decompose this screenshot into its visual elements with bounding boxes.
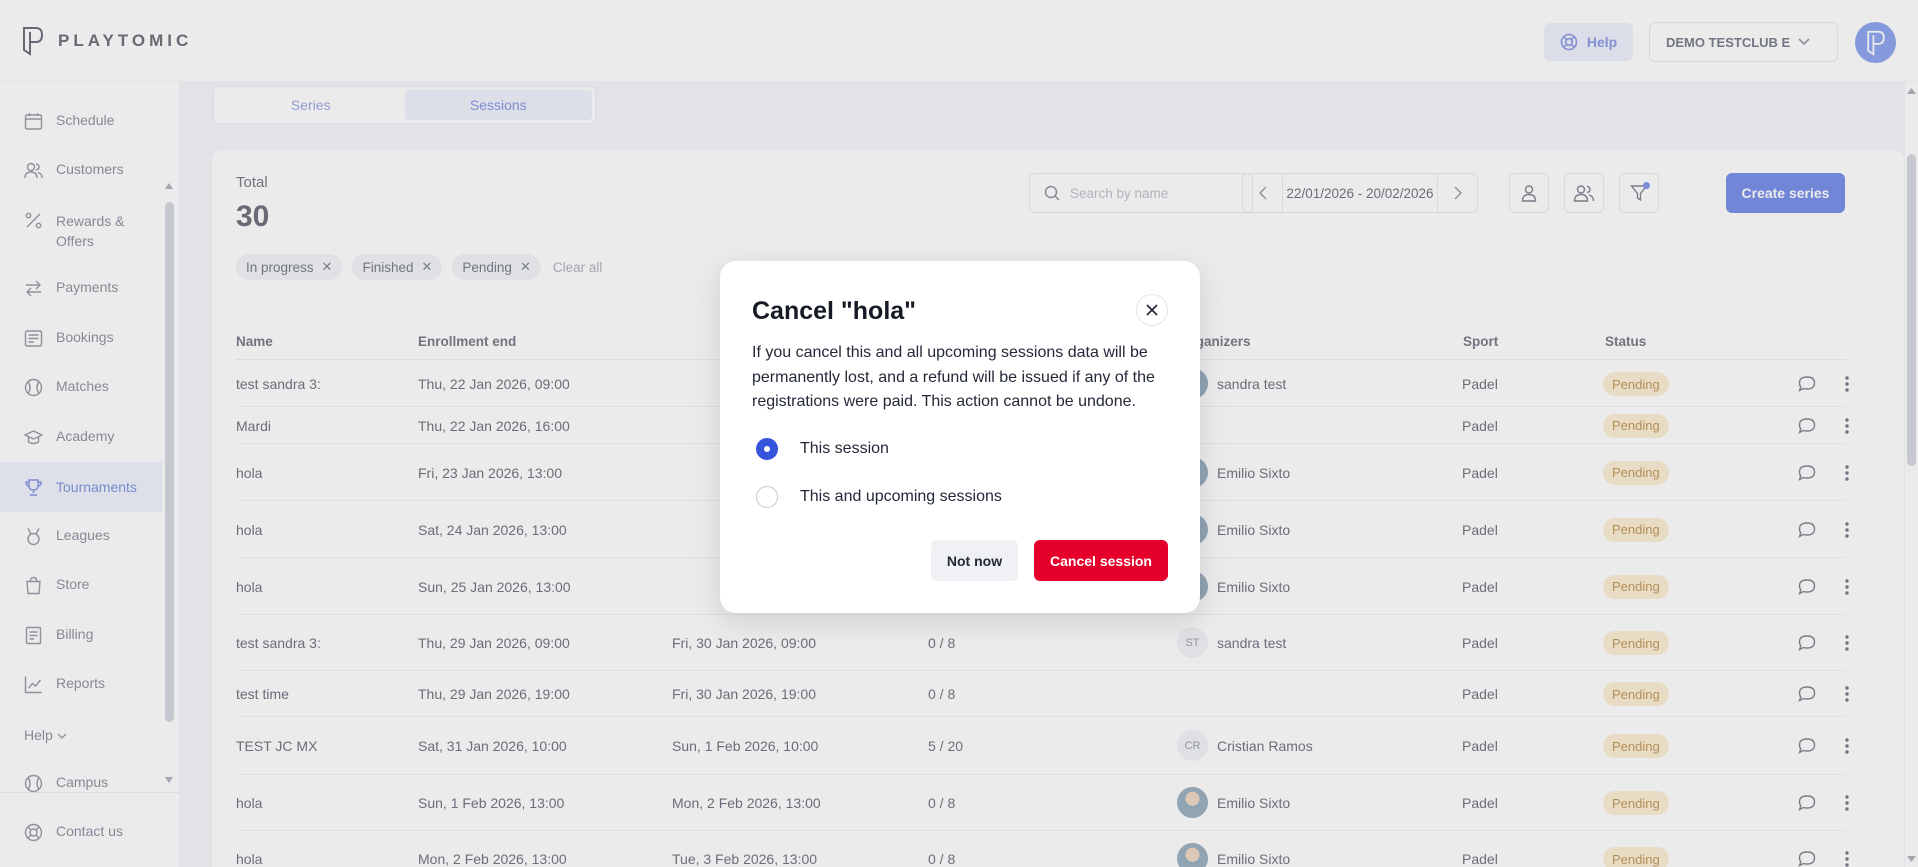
option-label: This session — [800, 440, 889, 457]
close-icon — [1146, 304, 1158, 316]
cancel-session-button[interactable]: Cancel session — [1034, 540, 1168, 581]
option-label: This and upcoming sessions — [800, 488, 1002, 505]
radio-unselected[interactable] — [756, 486, 778, 508]
not-now-button[interactable]: Not now — [931, 540, 1018, 581]
cancel-session-dialog: Cancel "hola" If you cancel this and all… — [720, 261, 1200, 613]
dialog-close-button[interactable] — [1136, 294, 1168, 326]
dialog-message: If you cancel this and all upcoming sess… — [752, 344, 1155, 410]
option-this-and-upcoming[interactable]: This and upcoming sessions — [756, 486, 1002, 508]
radio-selected[interactable] — [756, 438, 778, 460]
option-this-session[interactable]: This session — [756, 438, 889, 460]
dialog-title: Cancel "hola" — [752, 297, 917, 325]
